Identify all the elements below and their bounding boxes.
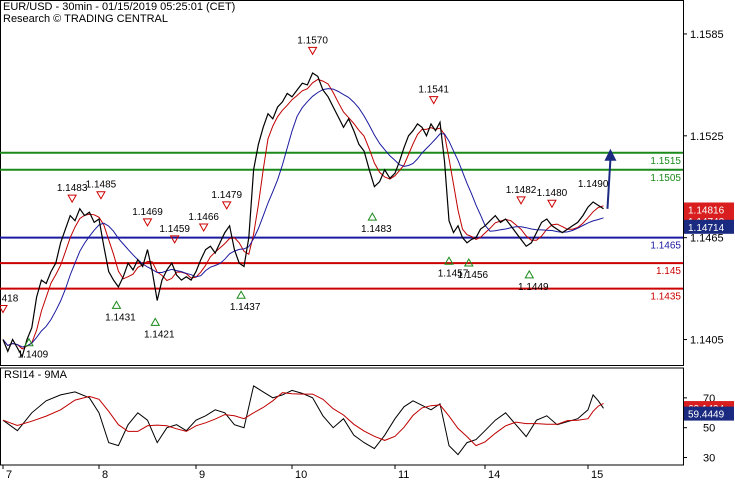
rsi-line	[2, 385, 604, 456]
annotation-label: 1.1480	[537, 188, 568, 199]
annotation-label: 1.1479	[211, 190, 242, 201]
level-label: 1.1435	[650, 292, 681, 303]
down-marker-icon	[547, 199, 557, 209]
annotation-label: 1.1469	[132, 207, 163, 218]
forecast-arrow-head	[604, 148, 617, 161]
time-tick-label: 11	[398, 469, 409, 480]
slow-ma-line	[2, 88, 604, 348]
price-tick-label: 1.1465	[690, 233, 724, 245]
price-tick-label: 1.1525	[690, 131, 724, 143]
up-marker-icon	[367, 212, 378, 221]
annotation-label: 1.1409	[18, 350, 49, 361]
ma-price-label: 1.14714	[688, 223, 725, 234]
time-tick-label: 10	[295, 469, 307, 480]
annotation-label: 1.1459	[159, 224, 190, 235]
annotation-label: 1.1456	[458, 270, 489, 281]
down-marker-icon	[307, 46, 318, 56]
down-marker-icon	[198, 223, 209, 232]
rsi-tick-label: 30	[703, 453, 715, 465]
annotation-label: 1.1437	[230, 302, 261, 313]
time-tick-label: 9	[199, 469, 205, 480]
time-tick-label: 8	[102, 469, 108, 480]
down-marker-icon	[142, 218, 153, 227]
moving-averages	[2, 78, 604, 350]
annotation-label: 1.1485	[86, 180, 117, 191]
fast-ma-line	[2, 78, 604, 350]
annotation-label: 1.1421	[144, 329, 175, 340]
annotation-label: 1.1418	[0, 293, 19, 304]
annotation-label: 1.1483	[57, 183, 88, 194]
annotation-label: 1.1490	[578, 179, 609, 190]
annotation-label: 1.1570	[297, 35, 328, 46]
down-marker-icon	[0, 304, 8, 314]
down-marker-icon	[428, 96, 439, 105]
up-marker-icon	[236, 290, 246, 299]
price-tick-label: 1.1585	[690, 29, 724, 41]
rsi-tick-label: 50	[703, 423, 715, 435]
level-label: 1.1515	[650, 156, 681, 167]
rsi-title: RSI14 - 9MA	[4, 369, 68, 381]
level-label: 1.1505	[650, 173, 681, 184]
rsi-panel: RSI14 - 9MA70503063.149459.4449	[2, 369, 734, 465]
up-marker-icon	[524, 269, 535, 279]
level-label: 1.1465	[650, 241, 681, 252]
annotation-label: 1.1482	[506, 185, 537, 196]
up-marker-icon	[150, 317, 161, 326]
down-marker-icon	[516, 196, 526, 205]
down-marker-icon	[96, 191, 106, 200]
rsi-panel-frame	[0, 367, 684, 466]
rsi-ma-label: 59.4449	[688, 410, 725, 421]
time-tick-label: 15	[591, 469, 603, 480]
annotation-label: 1.1431	[105, 312, 136, 323]
annotation-label: 1.1466	[188, 212, 219, 223]
price-axis: 1.15851.15251.14651.14051.148161.147481.…	[683, 29, 734, 347]
annotation-label: 1.1483	[361, 224, 392, 235]
down-marker-icon	[67, 194, 77, 204]
time-tick-label: 14	[488, 469, 500, 480]
time-axis: 7 8 9 10 11 14 15	[2, 465, 603, 480]
level-label: 1.145	[656, 266, 681, 277]
price-chart: 1.1515 1.1505 1.1465 1.145 1.1435 1.1418 1.14…	[0, 0, 734, 480]
annotation-label: 1.1541	[418, 85, 449, 96]
grid	[0, 0, 684, 466]
down-marker-icon	[221, 201, 232, 210]
support-resistance-levels: 1.1515 1.1505 1.1465 1.145 1.1435	[0, 151, 683, 303]
price-tick-label: 1.1405	[690, 335, 724, 347]
annotation-label: 1.1449	[518, 282, 549, 293]
up-marker-icon	[111, 300, 122, 309]
rsi-ma-line	[2, 392, 604, 447]
time-tick-label: 7	[6, 469, 12, 480]
